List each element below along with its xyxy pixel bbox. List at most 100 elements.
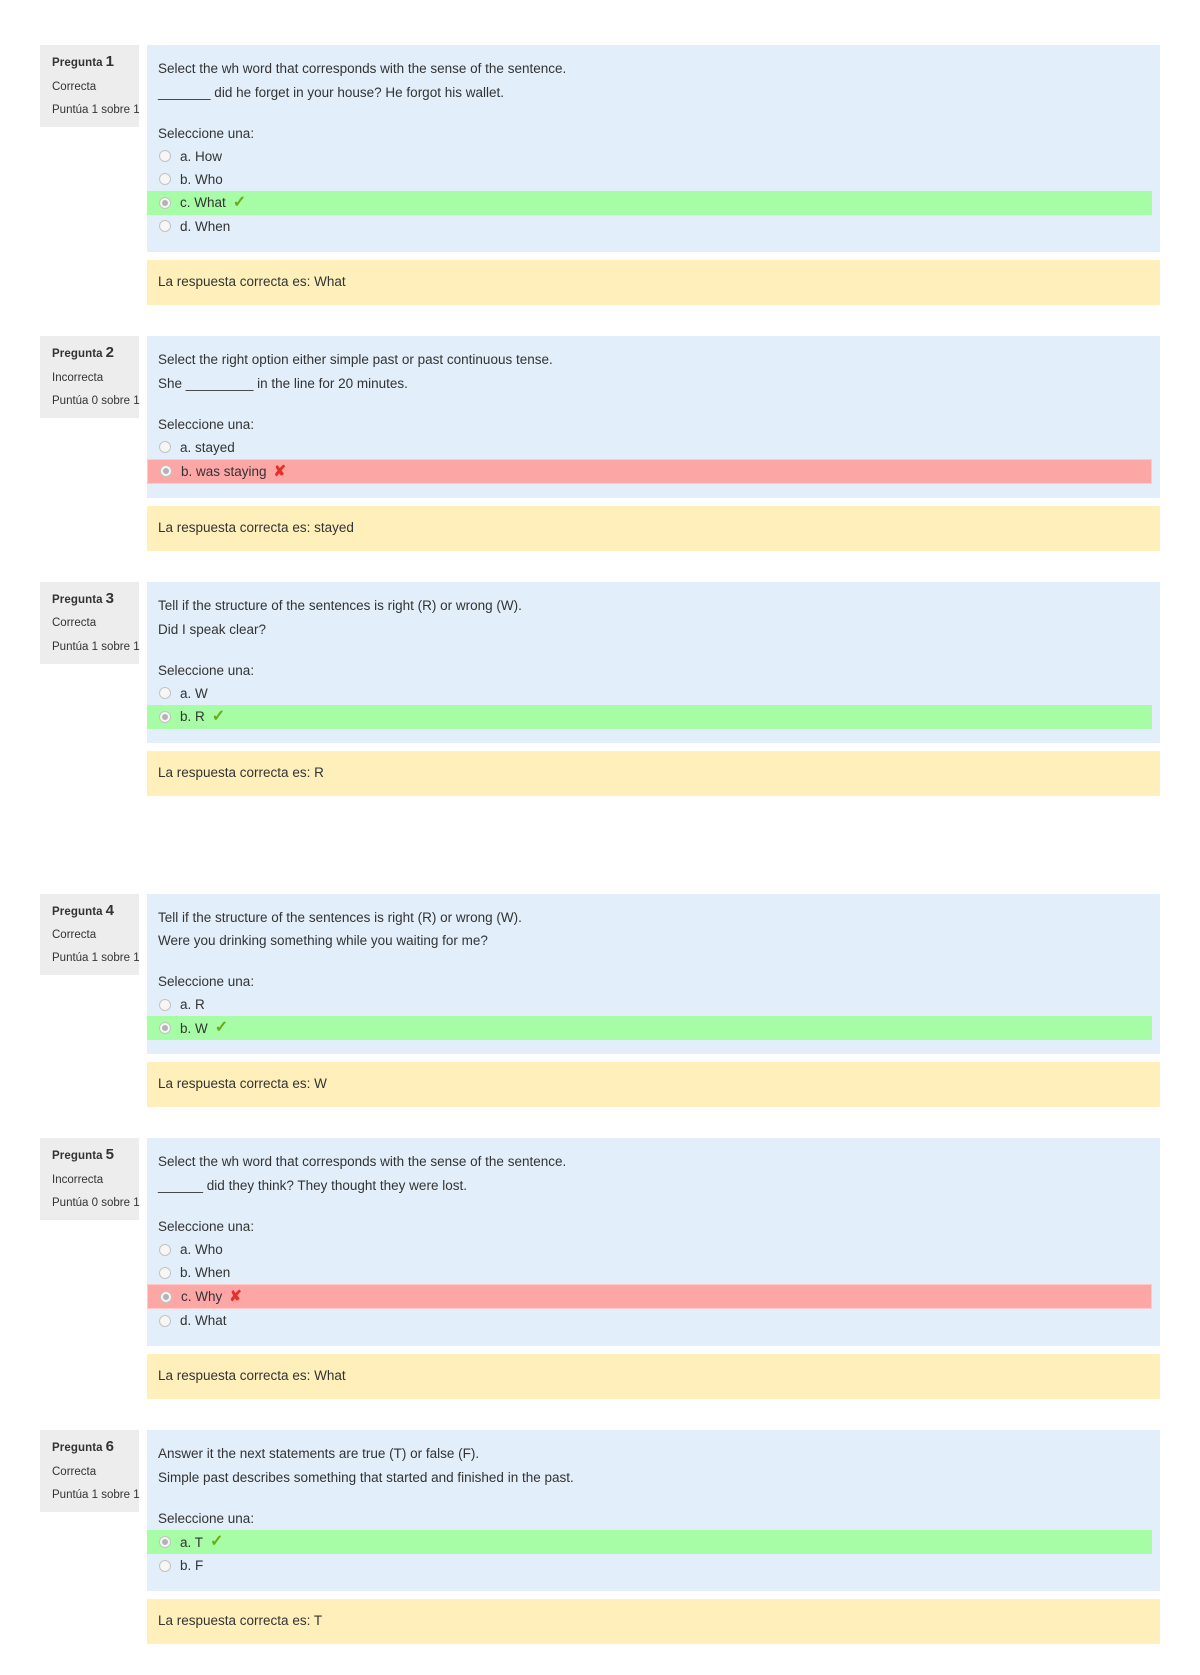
answer-option-label: b. When <box>180 1265 231 1281</box>
question-info-panel: Pregunta 4 Correcta Puntúa 1 sobre 1 <box>40 893 140 976</box>
correct-answer-feedback: La respuesta correcta es: R <box>147 750 1160 796</box>
question-number-label: Pregunta <box>52 905 103 918</box>
question-number-label: Pregunta <box>52 347 103 360</box>
question-body: Select the wh word that corresponds with… <box>147 1138 1160 1400</box>
radio-unselected-icon[interactable] <box>159 173 171 186</box>
radio-unselected-icon[interactable] <box>159 1243 171 1256</box>
answer-option[interactable]: a. R <box>147 993 1160 1016</box>
answer-option[interactable]: b. R ✓ <box>147 704 1152 729</box>
answer-list: a. T ✓ b. F <box>147 1530 1160 1577</box>
radio-selected-icon[interactable] <box>159 1536 171 1549</box>
question-number-value: 1 <box>105 53 115 70</box>
question-number-label: Pregunta <box>52 57 103 69</box>
answer-option[interactable]: a. How <box>147 145 1160 168</box>
answer-option-label: c. Why <box>181 1289 223 1305</box>
question-instruction: Tell if the structure of the sentences i… <box>158 909 522 925</box>
question-grade: Puntúa 0 sobre 1 <box>52 394 140 407</box>
answer-option[interactable]: b. W ✓ <box>147 1016 1152 1041</box>
question-instruction: Select the wh word that corresponds with… <box>158 1154 567 1170</box>
question-state: Correcta <box>52 929 97 942</box>
answer-option-label: b. W <box>180 1020 208 1036</box>
radio-unselected-icon[interactable] <box>159 441 171 454</box>
answer-option-label: a. stayed <box>180 439 235 455</box>
question-block: Pregunta 1 Correcta Puntúa 1 sobre 1 Select … <box>40 45 1160 305</box>
select-one-prompt: Seleccione una: <box>158 662 255 678</box>
radio-unselected-icon[interactable] <box>159 687 171 700</box>
radio-unselected-icon[interactable] <box>159 1559 171 1572</box>
answer-option-label: c. What <box>180 195 226 211</box>
question-info-panel: Pregunta 2 Incorrecta Puntúa 0 sobre 1 <box>40 335 140 418</box>
correct-answer-feedback: La respuesta correcta es: T <box>147 1599 1160 1645</box>
question-block: Pregunta 5 Incorrecta Puntúa 0 sobre 1 Selec… <box>40 1138 1160 1400</box>
question-info-panel: Pregunta 5 Incorrecta Puntúa 0 sobre 1 <box>40 1138 140 1221</box>
answer-option[interactable]: c. Why ✘ <box>147 1284 1152 1310</box>
answer-option[interactable]: b. F <box>147 1554 1160 1577</box>
answer-option[interactable]: a. W <box>147 682 1160 705</box>
question-number: Pregunta 1 <box>52 54 129 70</box>
answer-option-label: d. What <box>180 1313 227 1329</box>
question-sentence: ______ did they think? They thought they… <box>158 1178 467 1194</box>
answer-option[interactable]: d. When <box>147 215 1160 238</box>
answer-list: a. How b. Who c. What ✓ d. When <box>147 145 1160 238</box>
question-sentence: Simple past describes something that sta… <box>158 1470 574 1486</box>
answer-option[interactable]: d. What <box>147 1309 1160 1332</box>
question-sentence: Did I speak clear? <box>158 621 267 637</box>
correct-answer-feedback: La respuesta correcta es: W <box>147 1062 1160 1108</box>
select-one-prompt: Seleccione una: <box>158 125 255 141</box>
question-number: Pregunta 2 <box>52 343 129 361</box>
radio-selected-icon[interactable] <box>160 465 172 478</box>
check-icon: ✓ <box>211 707 226 725</box>
question-number-value: 2 <box>105 343 115 361</box>
question-block: Pregunta 6 Correcta Puntúa 1 sobre 1 Answer … <box>40 1430 1160 1645</box>
radio-selected-icon[interactable] <box>159 1022 171 1035</box>
radio-selected-icon[interactable] <box>159 196 171 209</box>
answer-option[interactable]: a. Who <box>147 1238 1160 1261</box>
question-state: Incorrecta <box>52 1174 104 1187</box>
question-content: Answer it the next statements are true (… <box>147 1430 1160 1592</box>
question-body: Select the right option either simple pa… <box>147 335 1160 551</box>
question-grade: Puntúa 0 sobre 1 <box>52 1197 140 1210</box>
radio-unselected-icon[interactable] <box>159 998 171 1011</box>
check-icon: ✓ <box>232 193 247 211</box>
question-instruction: Answer it the next statements are true (… <box>158 1446 480 1462</box>
question-number: Pregunta 6 <box>52 1439 129 1455</box>
question-number-value: 3 <box>105 589 115 607</box>
answer-option[interactable]: c. What ✓ <box>147 190 1152 215</box>
question-content: Tell if the structure of the sentences i… <box>147 893 1160 1055</box>
answer-option[interactable]: b. When <box>147 1261 1160 1284</box>
question-block: Pregunta 3 Correcta Puntúa 1 sobre 1 Tell if… <box>40 581 1160 796</box>
answer-option-label: a. How <box>180 148 223 164</box>
answer-option-label: a. T <box>180 1534 204 1550</box>
radio-unselected-icon[interactable] <box>159 150 171 163</box>
select-one-prompt: Seleccione una: <box>158 1511 255 1527</box>
question-block: Pregunta 2 Incorrecta Puntúa 0 sobre 1 Selec… <box>40 335 1160 551</box>
answer-option[interactable]: b. Who <box>147 168 1160 191</box>
question-sentence: She _________ in the line for 20 minutes… <box>158 375 408 391</box>
radio-selected-icon[interactable] <box>159 710 171 723</box>
answer-option[interactable]: b. was staying ✘ <box>147 458 1152 484</box>
question-instruction: Select the wh word that corresponds with… <box>158 61 567 76</box>
answer-option[interactable]: a. stayed <box>147 436 1160 459</box>
question-body: Tell if the structure of the sentences i… <box>147 893 1160 1108</box>
question-number-value: 6 <box>105 1438 115 1456</box>
answer-option-label: a. Who <box>180 1242 223 1258</box>
question-number-label: Pregunta <box>52 1150 103 1163</box>
radio-unselected-icon[interactable] <box>159 220 171 233</box>
radio-selected-icon[interactable] <box>160 1290 172 1303</box>
cross-icon: ✘ <box>273 462 287 480</box>
answer-option-label: d. When <box>180 218 231 234</box>
question-sentence: _______ did he forget in your house? He … <box>158 84 504 100</box>
correct-answer-feedback: La respuesta correcta es: stayed <box>147 505 1160 551</box>
question-grade: Puntúa 1 sobre 1 <box>52 103 140 116</box>
check-icon: ✓ <box>214 1019 229 1037</box>
question-instruction: Select the right option either simple pa… <box>158 351 553 367</box>
radio-unselected-icon[interactable] <box>159 1266 171 1279</box>
answer-list: a. stayed b. was staying ✘ <box>147 436 1160 484</box>
correct-answer-feedback: La respuesta correcta es: What <box>147 1354 1160 1400</box>
question-block: Pregunta 4 Correcta Puntúa 1 sobre 1 Tell if… <box>40 893 1160 1108</box>
answer-option-label: a. R <box>180 997 205 1013</box>
radio-unselected-icon[interactable] <box>159 1314 171 1327</box>
question-state: Correcta <box>52 80 97 93</box>
answer-list: a. W b. R ✓ <box>147 682 1160 729</box>
answer-option[interactable]: a. T ✓ <box>147 1530 1152 1555</box>
